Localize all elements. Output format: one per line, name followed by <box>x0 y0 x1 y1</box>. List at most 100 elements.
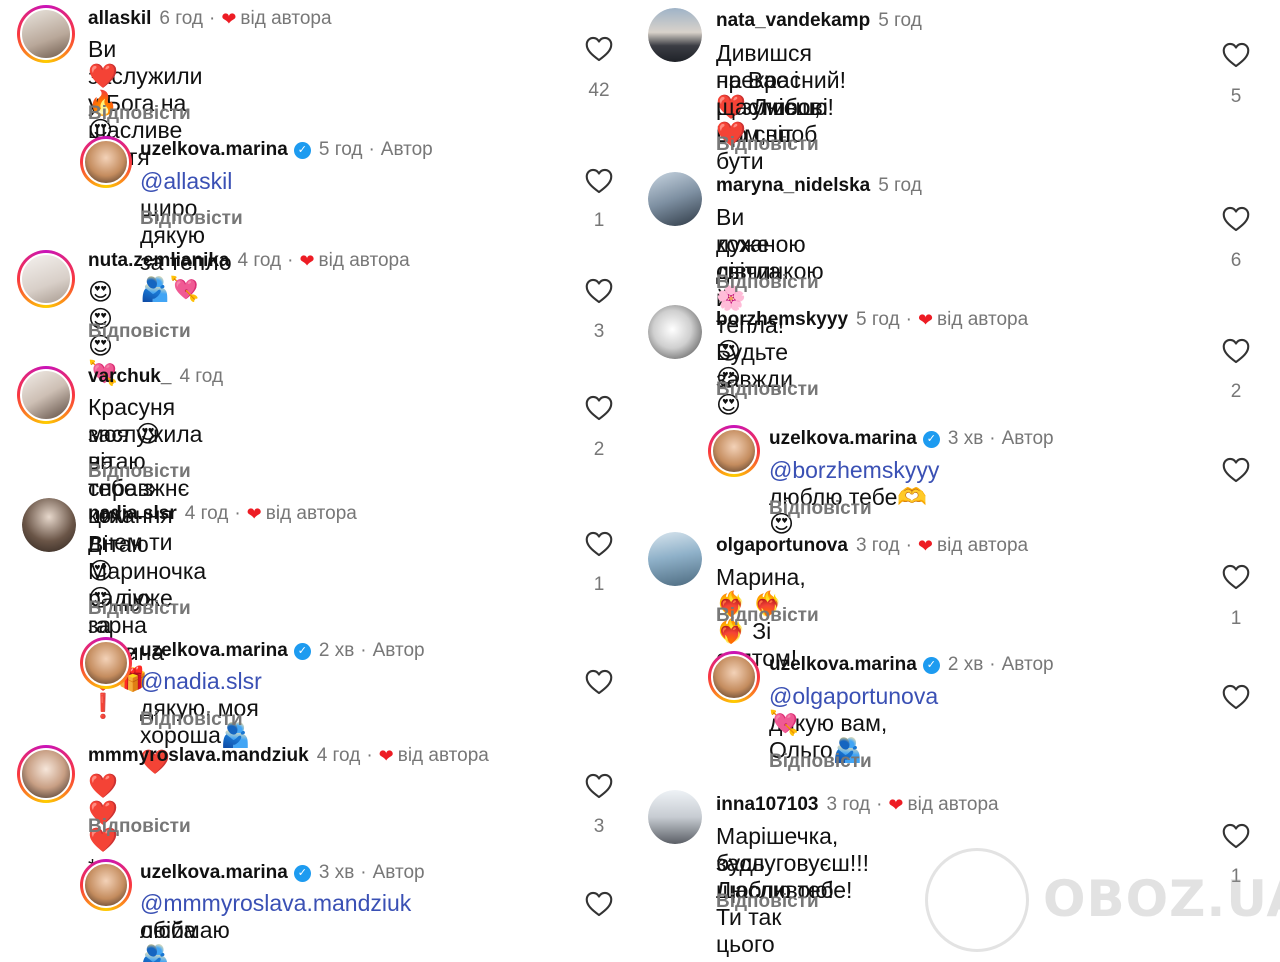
like-heart-icon[interactable] <box>585 168 613 194</box>
timestamp: 4 год <box>184 503 229 524</box>
author-badge: Автор <box>372 862 425 883</box>
reply-button[interactable]: Відповісти <box>88 598 191 620</box>
username[interactable]: nuta.zemlianika <box>88 250 230 272</box>
username[interactable]: borzhemskyyy <box>716 309 848 331</box>
like-heart-icon[interactable] <box>585 773 613 799</box>
avatar[interactable] <box>648 532 702 586</box>
avatar[interactable] <box>708 651 760 703</box>
liked-by-author-label: від автора <box>397 745 489 766</box>
reply-button[interactable]: Відповісти <box>88 103 191 125</box>
reply-button[interactable]: Відповісти <box>716 605 819 627</box>
like-heart-icon[interactable] <box>585 669 613 695</box>
username[interactable]: uzelkova.marina <box>140 640 288 662</box>
like-heart-icon[interactable] <box>585 278 613 304</box>
username[interactable]: nadia.slsr <box>88 503 177 525</box>
reply-button[interactable]: Відповісти <box>716 379 819 401</box>
author-badge: Автор <box>1001 428 1054 449</box>
reply-button[interactable]: Відповісти <box>88 816 191 838</box>
timestamp: 5 год <box>318 139 363 160</box>
avatar[interactable] <box>648 790 702 844</box>
timestamp: 4 год <box>179 366 224 387</box>
avatar[interactable] <box>80 637 132 689</box>
author-badge: Автор <box>1001 654 1054 675</box>
author-liked-icon: ❤ <box>888 794 904 815</box>
username[interactable]: olgaportunova <box>716 535 848 557</box>
like-heart-icon[interactable] <box>1222 42 1250 68</box>
avatar[interactable] <box>80 859 132 911</box>
verified-icon: ✓ <box>293 864 311 882</box>
username[interactable]: allaskil <box>88 8 151 30</box>
like-heart-icon[interactable] <box>585 395 613 421</box>
avatar[interactable] <box>17 250 75 308</box>
verified-icon: ✓ <box>922 656 940 674</box>
username[interactable]: nata_vandekamp <box>716 10 870 32</box>
liked-by-author-label: від автора <box>936 535 1029 556</box>
avatar[interactable] <box>648 172 702 226</box>
username[interactable]: uzelkova.marina <box>769 428 917 450</box>
like-count: 1 <box>1230 608 1242 629</box>
avatar[interactable] <box>648 305 702 359</box>
verified-icon: ✓ <box>293 141 311 159</box>
timestamp: 3 хв <box>318 862 355 883</box>
timestamp: 4 год <box>316 745 361 766</box>
avatar[interactable] <box>17 366 75 424</box>
mention-link[interactable]: @nadia.slsr <box>140 668 262 694</box>
timestamp: 3 хв <box>947 428 984 449</box>
mention-link[interactable]: @mmmyroslava.mandziuk <box>140 890 411 916</box>
timestamp: 3 год <box>855 535 900 556</box>
username[interactable]: inna107103 <box>716 794 818 816</box>
liked-by-author-label: від автора <box>265 503 357 524</box>
username[interactable]: varchuk_ <box>88 366 171 388</box>
verified-icon: ✓ <box>293 642 311 660</box>
avatar[interactable] <box>708 425 760 477</box>
timestamp: 6 год <box>159 8 203 29</box>
author-badge: Автор <box>380 139 433 160</box>
reply-button[interactable]: Відповісти <box>88 321 191 343</box>
reply-button[interactable]: Відповісти <box>716 134 819 156</box>
reply-button[interactable]: Відповісти <box>140 709 243 731</box>
liked-by-author-label: від автора <box>907 794 999 815</box>
username[interactable]: uzelkova.marina <box>140 862 288 884</box>
author-liked-icon: ❤ <box>917 535 933 556</box>
mention-link[interactable]: @olgaportunova <box>769 683 938 709</box>
like-heart-icon[interactable] <box>1222 206 1250 232</box>
like-count: 42 <box>588 80 610 101</box>
globe-icon <box>925 848 1029 952</box>
reply-button[interactable]: Відповісти <box>716 891 819 913</box>
username[interactable]: uzelkova.marina <box>140 139 288 161</box>
like-heart-icon[interactable] <box>585 531 613 557</box>
timestamp: 2 хв <box>318 640 355 661</box>
username[interactable]: mmmyroslava.mandziuk <box>88 745 309 767</box>
username[interactable]: uzelkova.marina <box>769 654 917 676</box>
mention-link[interactable]: @borzhemskyyy <box>769 457 939 483</box>
like-count: 2 <box>593 439 605 460</box>
reply-button[interactable]: Відповісти <box>769 498 872 520</box>
avatar[interactable] <box>80 136 132 188</box>
timestamp: 5 год <box>878 175 922 196</box>
like-heart-icon[interactable] <box>1222 564 1250 590</box>
avatar[interactable] <box>17 745 75 803</box>
reply-button[interactable]: Відповісти <box>88 461 191 483</box>
like-count: 6 <box>1230 250 1242 271</box>
like-heart-icon[interactable] <box>585 891 613 917</box>
avatar[interactable] <box>22 498 76 552</box>
reply-button[interactable]: Відповісти <box>140 208 243 230</box>
mention-link[interactable]: @allaskil <box>140 168 232 194</box>
like-heart-icon[interactable] <box>1222 338 1250 364</box>
like-heart-icon[interactable] <box>1222 684 1250 710</box>
timestamp: 2 хв <box>947 654 984 675</box>
like-heart-icon[interactable] <box>1222 457 1250 483</box>
like-heart-icon[interactable] <box>585 36 613 62</box>
avatar[interactable] <box>648 8 702 62</box>
timestamp: 3 год <box>826 794 871 815</box>
username[interactable]: maryna_nidelska <box>716 175 870 197</box>
watermark-text: OBOZ.UA <box>1043 870 1280 928</box>
reply-button[interactable]: Відповісти <box>769 751 872 773</box>
like-count: 1 <box>593 574 605 595</box>
author-liked-icon: ❤ <box>378 745 394 766</box>
author-liked-icon: ❤ <box>917 309 934 330</box>
avatar[interactable] <box>17 5 75 63</box>
reply-button[interactable]: Відповісти <box>716 272 819 294</box>
reply-text-line2: люба🫂 <box>140 917 197 962</box>
liked-by-author-label: від автора <box>318 250 410 271</box>
